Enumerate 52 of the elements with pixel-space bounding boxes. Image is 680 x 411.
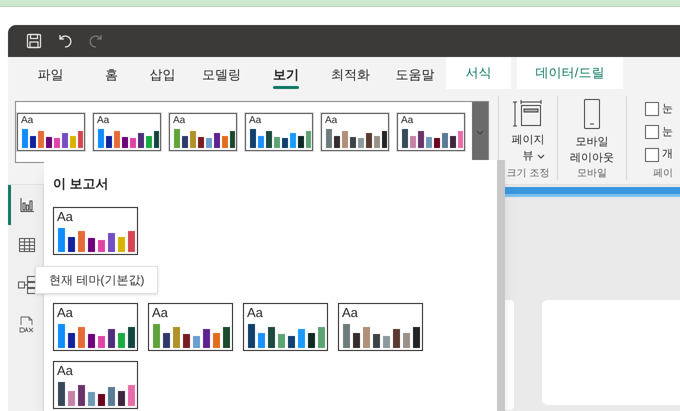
section-heading: 이 보고서 [53,175,110,193]
checkbox-label: 개 [662,147,673,162]
theme-thumbnail[interactable]: Aa [93,113,161,151]
checkbox[interactable] [645,102,659,116]
save-icon[interactable] [24,31,44,51]
ribbon-tab[interactable]: 홈 [83,57,140,92]
group-label: 페이 [652,167,674,182]
checkbox[interactable] [645,125,659,139]
ribbon-tab[interactable]: 모델링 [185,57,258,92]
theme-thumbnail[interactable]: Aa [397,113,465,151]
sample-text: Aa [249,115,262,126]
mobile-layout-button[interactable]: 모바일 레이아웃 [564,92,620,166]
ribbon-tab[interactable]: 삽입 [140,57,185,92]
gallery-expand-button[interactable] [472,102,488,162]
sample-text: Aa [97,115,110,126]
sample-text: Aa [342,306,359,320]
sample-text: Aa [152,306,169,320]
ribbon-tab[interactable]: 최적화 [314,57,387,92]
sample-text: Aa [247,306,264,320]
page-view-icon [513,100,543,128]
sample-text: Aa [57,364,74,378]
checkbox-label: 눈 [662,102,673,118]
sample-text: Aa [57,210,74,224]
sample-text: Aa [325,115,338,126]
checkbox-label: 눈 [662,124,673,140]
ribbon-tab[interactable]: 서식 [446,57,511,89]
ribbon-tab[interactable]: 보기 [258,57,314,92]
checkbox[interactable] [645,148,659,162]
theme-thumbnail[interactable]: Aa [321,113,389,151]
theme-thumbnail[interactable]: Aa [53,302,138,350]
theme-thumbnail[interactable]: Aa [17,113,85,151]
group-label: 크기 조정 [506,167,550,181]
theme-thumbnail[interactable]: Aa [148,302,233,350]
theme-thumbnail[interactable]: Aa [169,113,237,151]
ribbon-tab[interactable]: 데이터/드릴 [517,57,623,89]
page-view-button[interactable]: 페이지 뷰 [505,92,551,159]
group-label: 모바일 [577,167,607,181]
sample-text: Aa [57,306,74,320]
ribbon-tab[interactable]: 도움말 [387,57,443,92]
theme-thumbnail[interactable]: Aa [338,302,423,350]
chevron-down-icon [537,154,545,159]
sample-text: Aa [21,115,34,126]
tooltip: 현재 테마(기본값) [35,266,158,294]
theme-thumbnail[interactable]: Aa [243,302,328,350]
theme-thumbnail[interactable]: Aa [53,206,138,254]
theme-thumbnail[interactable]: Aa [245,113,313,151]
ribbon-tab[interactable]: 파일 [18,57,83,92]
chevron-down-icon [476,130,484,134]
sample-text: Aa [173,115,186,126]
sample-text: Aa [401,115,414,126]
theme-thumbnail[interactable]: Aa [53,360,138,408]
phone-icon [583,99,601,129]
